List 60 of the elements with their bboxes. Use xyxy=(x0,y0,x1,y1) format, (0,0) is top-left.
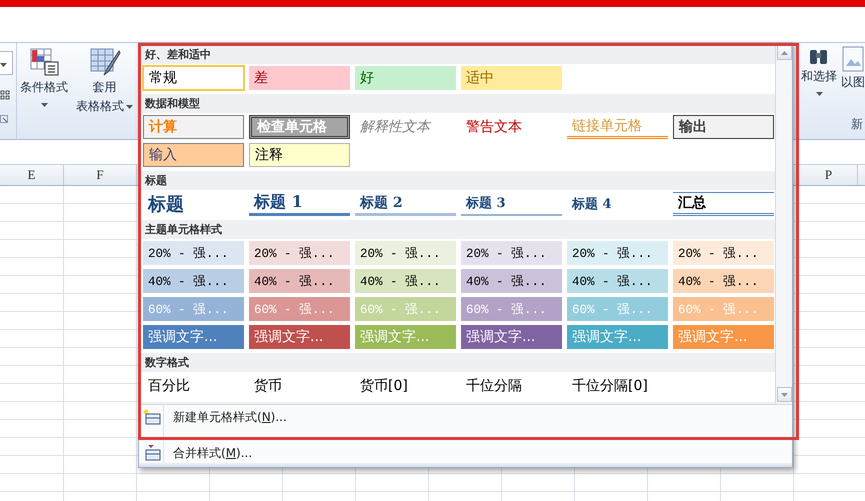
cell-style-swatch[interactable]: 千位分隔[0] xyxy=(567,374,668,398)
cell-style-swatch[interactable]: 20% - 强... xyxy=(461,241,562,265)
cell-style-swatch[interactable]: 百分比 xyxy=(143,374,244,398)
section-heading: 标题 xyxy=(144,173,168,189)
cell-style-swatch[interactable]: 40% - 强... xyxy=(673,269,774,293)
cell-style-swatch[interactable]: 常规 xyxy=(143,66,244,90)
cell-style-swatch[interactable]: 强调文字... xyxy=(143,325,244,349)
ribbon-button[interactable]: 套用 表格格式 xyxy=(73,47,136,115)
cell-style-swatch[interactable]: 输出 xyxy=(673,115,774,139)
cell-style-swatch[interactable]: 40% - 强... xyxy=(567,269,668,293)
cell-style-swatch[interactable]: 货币[0] xyxy=(355,374,456,398)
section-heading: 好、差和适中 xyxy=(144,47,212,63)
cell-style-swatch[interactable]: 差 xyxy=(249,66,350,90)
section-heading: 主题单元格样式 xyxy=(144,222,223,238)
cell-style-swatch[interactable]: 警告文本 xyxy=(461,115,562,139)
caret-icon xyxy=(40,103,48,107)
cell-style-swatch[interactable]: 注释 xyxy=(249,143,350,167)
new-style-icon xyxy=(143,409,161,425)
caret-down-icon xyxy=(781,392,788,396)
cell-style-swatch[interactable]: 40% - 强... xyxy=(461,269,562,293)
picture-icon xyxy=(842,46,864,72)
dialog-launcher-icon[interactable] xyxy=(0,115,8,123)
cell-style-swatch[interactable]: 20% - 强... xyxy=(249,241,350,265)
caret-icon xyxy=(0,63,7,67)
cell-style-swatch[interactable]: 20% - 强... xyxy=(567,241,668,265)
cell-style-swatch[interactable]: 40% - 强... xyxy=(355,269,456,293)
section-heading: 数据和模型 xyxy=(144,96,201,112)
cell-style-swatch[interactable]: 20% - 强... xyxy=(673,241,774,265)
cell-style-swatch[interactable]: 货币 xyxy=(249,374,350,398)
cell-style-swatch[interactable]: 输入 xyxy=(143,143,244,167)
cell-style-swatch[interactable]: 解释性文本 xyxy=(355,115,456,139)
column-header[interactable]: F xyxy=(64,165,137,185)
cell-style-swatch[interactable]: 千位分隔 xyxy=(461,374,562,398)
scroll-up-button[interactable] xyxy=(777,45,792,60)
group-label: 新 xyxy=(851,116,863,133)
caret-icon xyxy=(126,104,133,108)
menu-item[interactable]: 新建单元格样式(N)... xyxy=(173,408,287,426)
table-brush-icon xyxy=(88,47,120,77)
column-header[interactable]: E xyxy=(0,165,64,185)
cell-style-swatch[interactable]: 好 xyxy=(355,66,456,90)
cell-style-swatch[interactable]: 40% - 强... xyxy=(249,269,350,293)
cell-style-swatch[interactable]: 标题 4 xyxy=(567,192,668,216)
cell-style-swatch[interactable]: 强调文字... xyxy=(249,325,350,349)
section-heading: 数字格式 xyxy=(144,355,190,371)
caret-icon xyxy=(816,92,822,96)
merge-style-icon xyxy=(143,445,161,461)
cell-style-swatch[interactable]: 20% - 强... xyxy=(355,241,456,265)
ribbon-button[interactable]: 和选择 xyxy=(801,46,837,139)
cell-style-swatch[interactable]: 40% - 强... xyxy=(143,269,244,293)
dropdown-field[interactable] xyxy=(0,51,13,75)
cell-style-swatch[interactable]: 强调文字... xyxy=(461,325,562,349)
caret-up-icon xyxy=(781,50,788,54)
cell-style-swatch[interactable]: 标题 xyxy=(143,192,244,216)
ribbon-button[interactable]: 条件格式 xyxy=(17,47,71,112)
menu-item[interactable]: 合并样式(M)... xyxy=(173,444,252,462)
column-header[interactable]: P xyxy=(800,165,858,185)
scroll-down-button[interactable] xyxy=(777,387,792,402)
cell-style-swatch[interactable]: 20% - 强... xyxy=(143,241,244,265)
cell-style-swatch[interactable]: 适中 xyxy=(461,66,562,90)
conditional-format-icon xyxy=(29,47,59,77)
